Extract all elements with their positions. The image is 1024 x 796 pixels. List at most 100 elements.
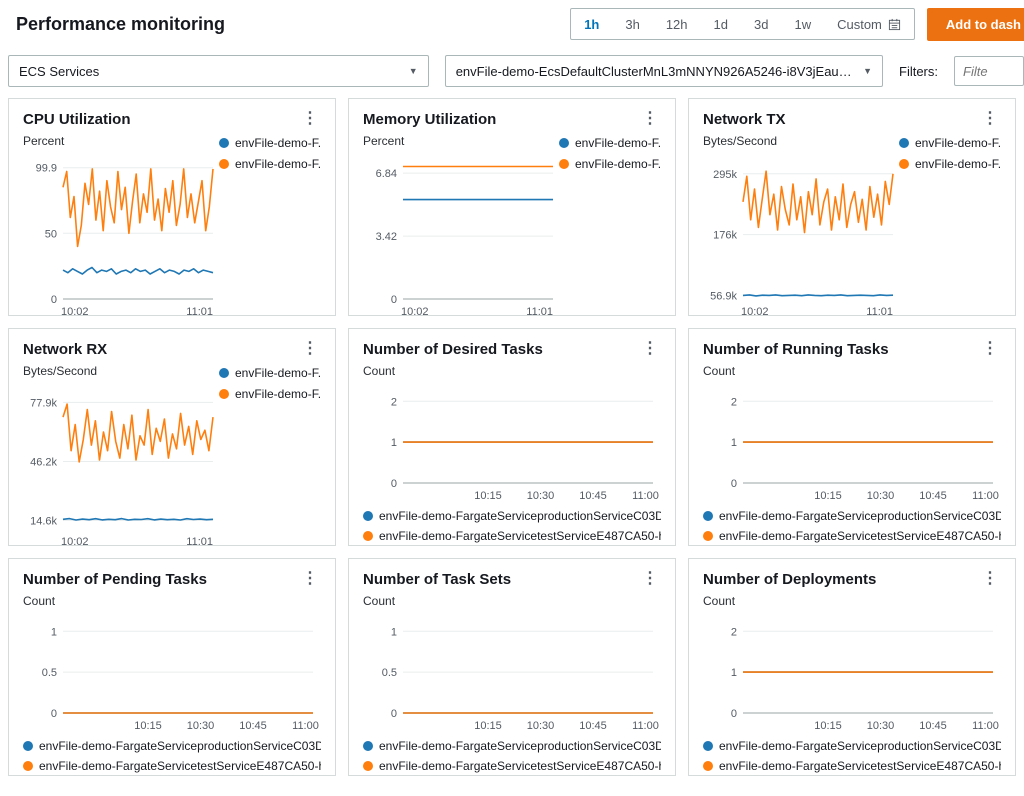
chart-title: Number of Task Sets <box>363 571 511 588</box>
legend-item[interactable]: envFile-demo-FargateServicetestServiceE4… <box>703 529 1001 543</box>
legend-item[interactable]: envFile-demo-FargateServicetestServiceE4… <box>23 759 321 773</box>
chart-menu-button[interactable]: ⋮ <box>639 341 661 357</box>
chart-legend: envFile-demo-FargateServiceproductionSer… <box>363 503 661 543</box>
legend-color-dot <box>559 138 569 148</box>
legend-label: envFile-demo-F... <box>575 157 661 171</box>
time-range-group: 1h3h12h1d3d1wCustom <box>570 8 915 40</box>
legend-item[interactable]: envFile-demo-FargateServiceproductionSer… <box>363 739 661 753</box>
time-range-custom[interactable]: Custom <box>824 11 914 38</box>
chart-menu-button[interactable]: ⋮ <box>639 571 661 587</box>
chart-card-network-rx: Network RX ⋮ Bytes/Second 77.9k46.2k14.6… <box>8 328 336 546</box>
svg-text:10:02: 10:02 <box>61 536 89 546</box>
chevron-down-icon: ▼ <box>863 66 872 76</box>
legend-color-dot <box>219 389 229 399</box>
svg-text:10:02: 10:02 <box>61 306 89 316</box>
legend-label: envFile-demo-FargateServicetestServiceE4… <box>39 759 321 773</box>
add-to-dashboard-button[interactable]: Add to dash <box>927 8 1024 41</box>
chart-ylabel: Count <box>703 594 1001 608</box>
chart-title: Network TX <box>703 111 786 128</box>
chart-ylabel: Percent <box>363 134 559 148</box>
svg-text:0.5: 0.5 <box>42 667 57 679</box>
charts-grid: CPU Utilization ⋮ Percent 99.950010:0211… <box>0 96 1024 784</box>
legend-item[interactable]: envFile-demo-FargateServiceproductionSer… <box>703 739 1001 753</box>
svg-text:10:02: 10:02 <box>401 306 429 316</box>
svg-text:0.5: 0.5 <box>382 667 397 679</box>
time-range-1h[interactable]: 1h <box>571 11 612 38</box>
svg-text:6.84: 6.84 <box>376 168 397 180</box>
metric-type-select[interactable]: ECS Services ▼ <box>8 55 429 87</box>
svg-text:10:45: 10:45 <box>239 720 267 732</box>
legend-label: envFile-demo-F... <box>235 366 321 380</box>
chart-card-network-tx: Network TX ⋮ Bytes/Second 295k176k56.9k1… <box>688 98 1016 316</box>
svg-text:0: 0 <box>731 478 737 490</box>
svg-text:10:30: 10:30 <box>867 490 895 502</box>
svg-text:11:01: 11:01 <box>526 306 553 316</box>
chart-canvas: 21010:1510:3010:4511:00 <box>703 611 999 733</box>
legend-color-dot <box>363 511 373 521</box>
page-title: Performance monitoring <box>16 14 225 35</box>
legend-label: envFile-demo-F... <box>575 136 661 150</box>
svg-text:10:30: 10:30 <box>527 720 555 732</box>
chart-title: Number of Running Tasks <box>703 341 889 358</box>
legend-color-dot <box>219 159 229 169</box>
svg-text:11:01: 11:01 <box>186 536 213 546</box>
chart-canvas: 10.5010:1510:3010:4511:00 <box>363 611 659 733</box>
chart-ylabel: Bytes/Second <box>703 134 899 148</box>
svg-text:10:02: 10:02 <box>741 306 769 316</box>
legend-item[interactable]: envFile-demo-F... <box>559 136 661 150</box>
chart-menu-button[interactable]: ⋮ <box>979 111 1001 127</box>
svg-text:0: 0 <box>51 708 57 720</box>
time-range-1w[interactable]: 1w <box>781 11 824 38</box>
legend-item[interactable]: envFile-demo-F... <box>899 157 1001 171</box>
time-range-3d[interactable]: 3d <box>741 11 781 38</box>
chart-menu-button[interactable]: ⋮ <box>639 111 661 127</box>
filter-input[interactable] <box>954 56 1024 86</box>
time-range-1d[interactable]: 1d <box>701 11 741 38</box>
svg-text:10:45: 10:45 <box>919 720 947 732</box>
legend-item[interactable]: envFile-demo-F... <box>899 136 1001 150</box>
legend-color-dot <box>23 761 33 771</box>
legend-item[interactable]: envFile-demo-FargateServiceproductionSer… <box>363 509 661 523</box>
chart-card-number-of-deployments: Number of Deployments ⋮ Count 21010:1510… <box>688 558 1016 776</box>
legend-label: envFile-demo-FargateServiceproductionSer… <box>719 739 1001 753</box>
time-range-12h[interactable]: 12h <box>653 11 701 38</box>
svg-text:14.6k: 14.6k <box>30 515 57 527</box>
svg-text:10:45: 10:45 <box>579 490 607 502</box>
svg-text:11:00: 11:00 <box>632 490 659 502</box>
svg-text:0: 0 <box>391 478 397 490</box>
chart-menu-button[interactable]: ⋮ <box>299 341 321 357</box>
chart-ylabel: Count <box>703 364 1001 378</box>
legend-item[interactable]: envFile-demo-FargateServicetestServiceE4… <box>363 529 661 543</box>
svg-text:10:45: 10:45 <box>579 720 607 732</box>
chart-card-number-of-pending-tasks: Number of Pending Tasks ⋮ Count 10.5010:… <box>8 558 336 776</box>
page-header: Performance monitoring 1h3h12h1d3d1wCust… <box>0 0 1024 46</box>
chart-title: Network RX <box>23 341 107 358</box>
legend-color-dot <box>703 531 713 541</box>
svg-text:10:30: 10:30 <box>527 490 555 502</box>
legend-item[interactable]: envFile-demo-F... <box>219 157 321 171</box>
legend-item[interactable]: envFile-demo-F... <box>219 136 321 150</box>
svg-text:10:30: 10:30 <box>867 720 895 732</box>
legend-item[interactable]: envFile-demo-FargateServicetestServiceE4… <box>703 759 1001 773</box>
chart-menu-button[interactable]: ⋮ <box>299 571 321 587</box>
chart-title: Number of Pending Tasks <box>23 571 207 588</box>
chart-menu-button[interactable]: ⋮ <box>979 341 1001 357</box>
legend-item[interactable]: envFile-demo-FargateServiceproductionSer… <box>23 739 321 753</box>
svg-text:1: 1 <box>391 626 397 638</box>
chart-menu-button[interactable]: ⋮ <box>299 111 321 127</box>
legend-item[interactable]: envFile-demo-F... <box>219 387 321 401</box>
legend-item[interactable]: envFile-demo-FargateServiceproductionSer… <box>703 509 1001 523</box>
legend-color-dot <box>23 741 33 751</box>
legend-item[interactable]: envFile-demo-F... <box>559 157 661 171</box>
cluster-select[interactable]: envFile-demo-EcsDefaultClusterMnL3mNNYN9… <box>445 55 883 87</box>
svg-text:11:00: 11:00 <box>632 720 659 732</box>
chart-menu-button[interactable]: ⋮ <box>979 571 1001 587</box>
svg-text:10:45: 10:45 <box>919 490 947 502</box>
legend-item[interactable]: envFile-demo-F... <box>219 366 321 380</box>
chart-canvas: 21010:1510:3010:4511:00 <box>703 381 999 503</box>
legend-item[interactable]: envFile-demo-FargateServicetestServiceE4… <box>363 759 661 773</box>
chart-title: Number of Deployments <box>703 571 876 588</box>
svg-text:10:15: 10:15 <box>814 490 842 502</box>
legend-color-dot <box>363 741 373 751</box>
time-range-3h[interactable]: 3h <box>612 11 652 38</box>
